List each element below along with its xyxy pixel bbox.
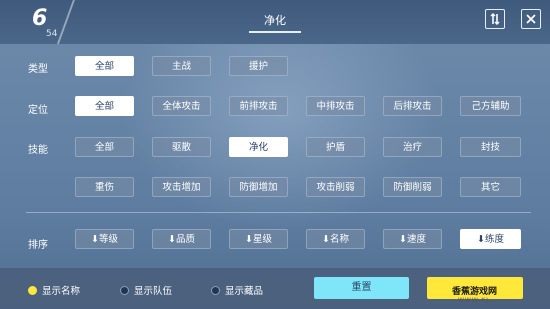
toggle-show-team[interactable]: 显示队伍 <box>120 283 172 297</box>
skill-option-5[interactable]: 封技 <box>460 137 521 157</box>
reset-button[interactable]: 重置 <box>314 277 409 299</box>
type-option-2[interactable]: 援护 <box>229 56 288 76</box>
filtered-count: 6 <box>32 6 48 31</box>
toggle-on-indicator <box>28 285 37 295</box>
toggle-show-collection-label: 显示藏品 <box>225 286 264 297</box>
position-option-3[interactable]: 中排攻击 <box>306 96 365 116</box>
watermark-text: 香蕉游戏网 <box>452 287 498 297</box>
skill-option-8[interactable]: 防御增加 <box>229 177 288 197</box>
toggle-show-name-label: 显示名称 <box>42 286 81 297</box>
title-underline <box>249 31 301 33</box>
filter-panel: 6 54 净化 类型 全部 主战 援护 定位 全部 全体攻击 前排攻击 中排攻击… <box>0 0 550 309</box>
toggle-show-team-label: 显示队伍 <box>134 286 173 297</box>
sort-arrows-icon <box>490 13 500 25</box>
skill-option-7[interactable]: 攻击增加 <box>152 177 211 197</box>
panel-title: 净化 <box>264 14 286 27</box>
toggle-show-name[interactable]: 显示名称 <box>28 283 80 297</box>
position-option-5[interactable]: 己方辅助 <box>460 96 521 116</box>
toggle-off-indicator <box>120 285 129 295</box>
sort-divider <box>26 212 531 213</box>
skill-label: 技能 <box>28 145 48 156</box>
type-label: 类型 <box>28 64 48 75</box>
toggle-off-indicator <box>211 285 220 295</box>
position-option-4[interactable]: 后排攻击 <box>383 96 442 116</box>
skill-option-6[interactable]: 重伤 <box>75 177 134 197</box>
skill-option-2[interactable]: 净化 <box>229 137 288 157</box>
type-option-1[interactable]: 主战 <box>152 56 211 76</box>
watermark-url: WWW.XJ... <box>458 297 498 304</box>
total-count: 54 <box>46 29 58 39</box>
position-option-1[interactable]: 全体攻击 <box>152 96 211 116</box>
close-icon <box>526 14 536 24</box>
sort-option-training[interactable]: ⬇练度 <box>460 229 521 249</box>
sort-option-speed[interactable]: ⬇速度 <box>383 229 442 249</box>
sort-label: 排序 <box>28 240 48 251</box>
sort-option-level[interactable]: ⬇等级 <box>75 229 134 249</box>
skill-option-9[interactable]: 攻击削弱 <box>306 177 365 197</box>
sort-toggle-button[interactable] <box>485 9 505 29</box>
skill-option-10[interactable]: 防御削弱 <box>383 177 442 197</box>
sort-option-star[interactable]: ⬇星级 <box>229 229 288 249</box>
position-label: 定位 <box>28 105 48 116</box>
skill-option-11[interactable]: 其它 <box>460 177 521 197</box>
skill-option-1[interactable]: 驱散 <box>152 137 211 157</box>
toggle-show-collection[interactable]: 显示藏品 <box>211 283 263 297</box>
sort-option-quality[interactable]: ⬇品质 <box>152 229 211 249</box>
skill-option-3[interactable]: 护盾 <box>306 137 365 157</box>
close-button[interactable] <box>521 9 541 29</box>
position-option-0[interactable]: 全部 <box>75 96 134 116</box>
type-option-0[interactable]: 全部 <box>75 56 134 76</box>
position-option-2[interactable]: 前排攻击 <box>229 96 288 116</box>
sort-option-name[interactable]: ⬇名称 <box>306 229 365 249</box>
skill-option-0[interactable]: 全部 <box>75 137 134 157</box>
skill-option-4[interactable]: 治疗 <box>383 137 442 157</box>
